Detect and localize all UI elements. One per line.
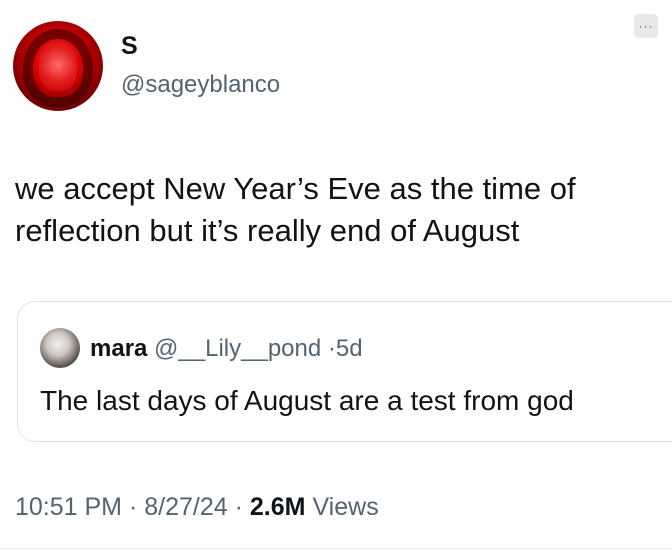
more-icon: ··· <box>638 19 654 33</box>
quoted-tweet-header: mara @__Lily__pond ·5d <box>90 334 363 364</box>
author-display-name[interactable]: S <box>121 32 138 60</box>
tweet-time[interactable]: 10:51 PM <box>15 493 122 521</box>
meta-separator: · <box>128 493 138 521</box>
tweet-date[interactable]: 8/27/24 <box>144 493 227 521</box>
views-count[interactable]: 2.6M <box>250 493 306 521</box>
views-label: Views <box>312 493 379 521</box>
meta-separator: · <box>234 493 243 521</box>
tweet-text-line: reflection but it’s really end of August <box>15 213 520 248</box>
more-options-button[interactable]: ··· <box>634 14 658 38</box>
avatar-face <box>39 43 77 91</box>
tweet-text-line: we accept New Year’s Eve as the time of <box>15 171 576 206</box>
quoted-author-name[interactable]: mara <box>90 335 147 362</box>
quoted-tweet-age[interactable]: 5d <box>336 335 363 362</box>
quoted-author-handle[interactable]: @__Lily__pond <box>154 335 321 362</box>
tweet-text: we accept New Year’s Eve as the time of … <box>15 168 655 252</box>
quoted-author-avatar[interactable] <box>40 328 80 368</box>
author-handle[interactable]: @sageyblanco <box>121 71 280 99</box>
quoted-separator: · <box>327 335 336 362</box>
tweet-meta: 10:51 PM · 8/27/24 · 2.6M Views <box>15 491 379 523</box>
bottom-divider <box>0 548 672 549</box>
quoted-tweet-card[interactable]: mara @__Lily__pond ·5d The last days of … <box>17 301 672 442</box>
author-avatar[interactable] <box>13 21 103 111</box>
quoted-tweet-text: The last days of August are a test from … <box>40 385 574 416</box>
